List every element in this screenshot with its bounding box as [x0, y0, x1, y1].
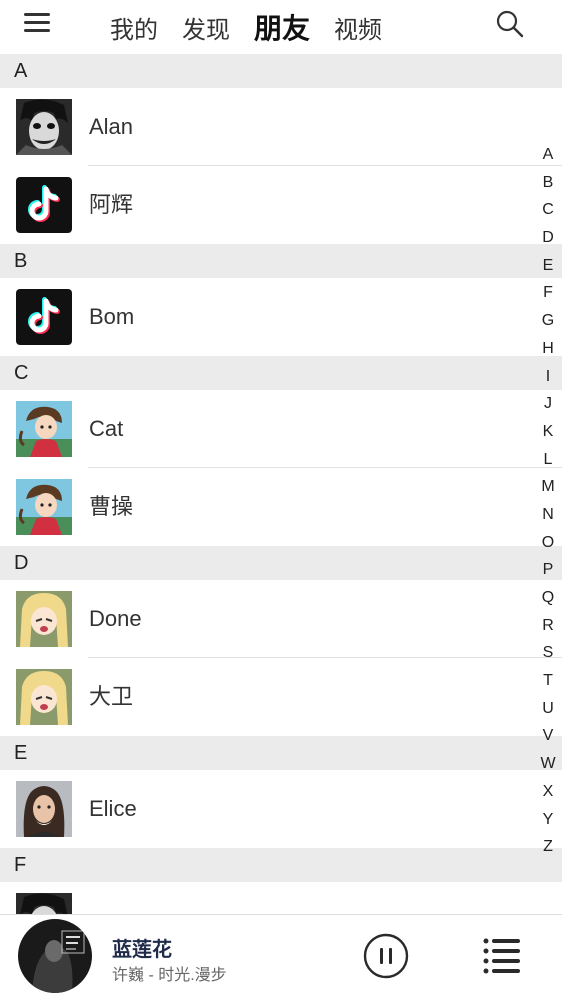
contact-row[interactable]: Cat — [0, 390, 562, 468]
alphabet-index-letter[interactable]: W — [538, 750, 558, 778]
anime-blonde-avatar — [16, 669, 72, 725]
alphabet-index-letter[interactable]: P — [538, 556, 558, 584]
contact-row[interactable]: Alan — [0, 88, 562, 166]
alphabet-index-letter[interactable]: N — [538, 501, 558, 529]
mini-player: 蓝莲花 许巍 - 时光.漫步 — [0, 914, 562, 1001]
contact-row[interactable]: 大卫 — [0, 658, 562, 736]
contact-name: Done — [89, 606, 142, 631]
contact-row[interactable]: Done — [0, 580, 562, 658]
alphabet-index-letter[interactable]: A — [538, 141, 558, 169]
alphabet-index-letter[interactable]: C — [538, 196, 558, 224]
alphabet-index-letter[interactable]: M — [538, 473, 558, 501]
section-header: C — [0, 356, 562, 390]
contact-name: Bom — [89, 304, 135, 329]
alphabet-index[interactable]: ABCDEFGHIJKLMNOPQRSTUVWXYZ — [538, 141, 558, 861]
top-nav: 我的 发现 朋友 视频 — [0, 0, 562, 54]
alphabet-index-letter[interactable]: Q — [538, 584, 558, 612]
alphabet-index-letter[interactable]: D — [538, 224, 558, 252]
main-tabs: 我的 发现 朋友 视频 — [110, 0, 406, 54]
alphabet-index-letter[interactable]: U — [538, 695, 558, 723]
alphabet-index-letter[interactable]: O — [538, 529, 558, 557]
contact-name: Alan — [89, 114, 134, 139]
joker-avatar — [16, 99, 72, 155]
album-cover-xu-wei[interactable] — [18, 919, 92, 993]
alphabet-index-letter[interactable]: T — [538, 667, 558, 695]
woman-photo-avatar — [16, 781, 72, 837]
alphabet-index-letter[interactable]: R — [538, 612, 558, 640]
search-icon[interactable] — [494, 8, 526, 40]
tab-discover[interactable]: 发现 — [182, 10, 230, 45]
contact-list[interactable]: A Alan 阿辉 B Bom C Cat 曹操 D Done 大卫 E Eli… — [0, 54, 562, 914]
section-header: D — [0, 546, 562, 580]
tab-friends[interactable]: 朋友 — [254, 7, 310, 47]
song-title: 蓝莲花 — [112, 939, 172, 961]
alphabet-index-letter[interactable]: K — [538, 418, 558, 446]
contact-row[interactable] — [0, 882, 562, 914]
anime-girl-avatar — [16, 401, 72, 457]
alphabet-index-letter[interactable]: F — [538, 279, 558, 307]
section-header: F — [0, 848, 562, 882]
anime-girl-avatar — [16, 479, 72, 535]
section-header: E — [0, 736, 562, 770]
alphabet-index-letter[interactable]: Y — [538, 806, 558, 834]
alphabet-index-letter[interactable]: G — [538, 307, 558, 335]
playlist-icon[interactable] — [482, 935, 522, 975]
tab-video[interactable]: 视频 — [334, 10, 382, 45]
alphabet-index-letter[interactable]: L — [538, 446, 558, 474]
contact-row[interactable]: Elice — [0, 770, 562, 848]
alphabet-index-letter[interactable]: H — [538, 335, 558, 363]
alphabet-index-letter[interactable]: B — [538, 169, 558, 197]
menu-icon[interactable] — [22, 10, 52, 36]
tab-mine[interactable]: 我的 — [110, 10, 158, 45]
contact-row[interactable]: Bom — [0, 278, 562, 356]
joker-avatar — [16, 893, 72, 914]
contact-row[interactable]: 曹操 — [0, 468, 562, 546]
alphabet-index-letter[interactable]: S — [538, 639, 558, 667]
contact-name: 阿辉 — [89, 192, 134, 217]
section-header: A — [0, 54, 562, 88]
contact-row[interactable]: 阿辉 — [0, 166, 562, 244]
alphabet-index-letter[interactable]: I — [538, 363, 558, 391]
pause-icon[interactable] — [363, 933, 409, 979]
alphabet-index-letter[interactable]: Z — [538, 833, 558, 861]
contact-name: Cat — [89, 416, 124, 441]
contact-name: 大卫 — [89, 684, 134, 709]
alphabet-index-letter[interactable]: J — [538, 390, 558, 418]
contact-name: Elice — [89, 796, 137, 821]
song-artist-album: 许巍 - 时光.漫步 — [112, 967, 227, 984]
section-header: B — [0, 244, 562, 278]
alphabet-index-letter[interactable]: V — [538, 722, 558, 750]
tiktok-logo-avatar — [16, 289, 72, 345]
contact-name: 曹操 — [89, 494, 134, 519]
anime-blonde-avatar — [16, 591, 72, 647]
alphabet-index-letter[interactable]: E — [538, 252, 558, 280]
alphabet-index-letter[interactable]: X — [538, 778, 558, 806]
tiktok-logo-avatar — [16, 177, 72, 233]
